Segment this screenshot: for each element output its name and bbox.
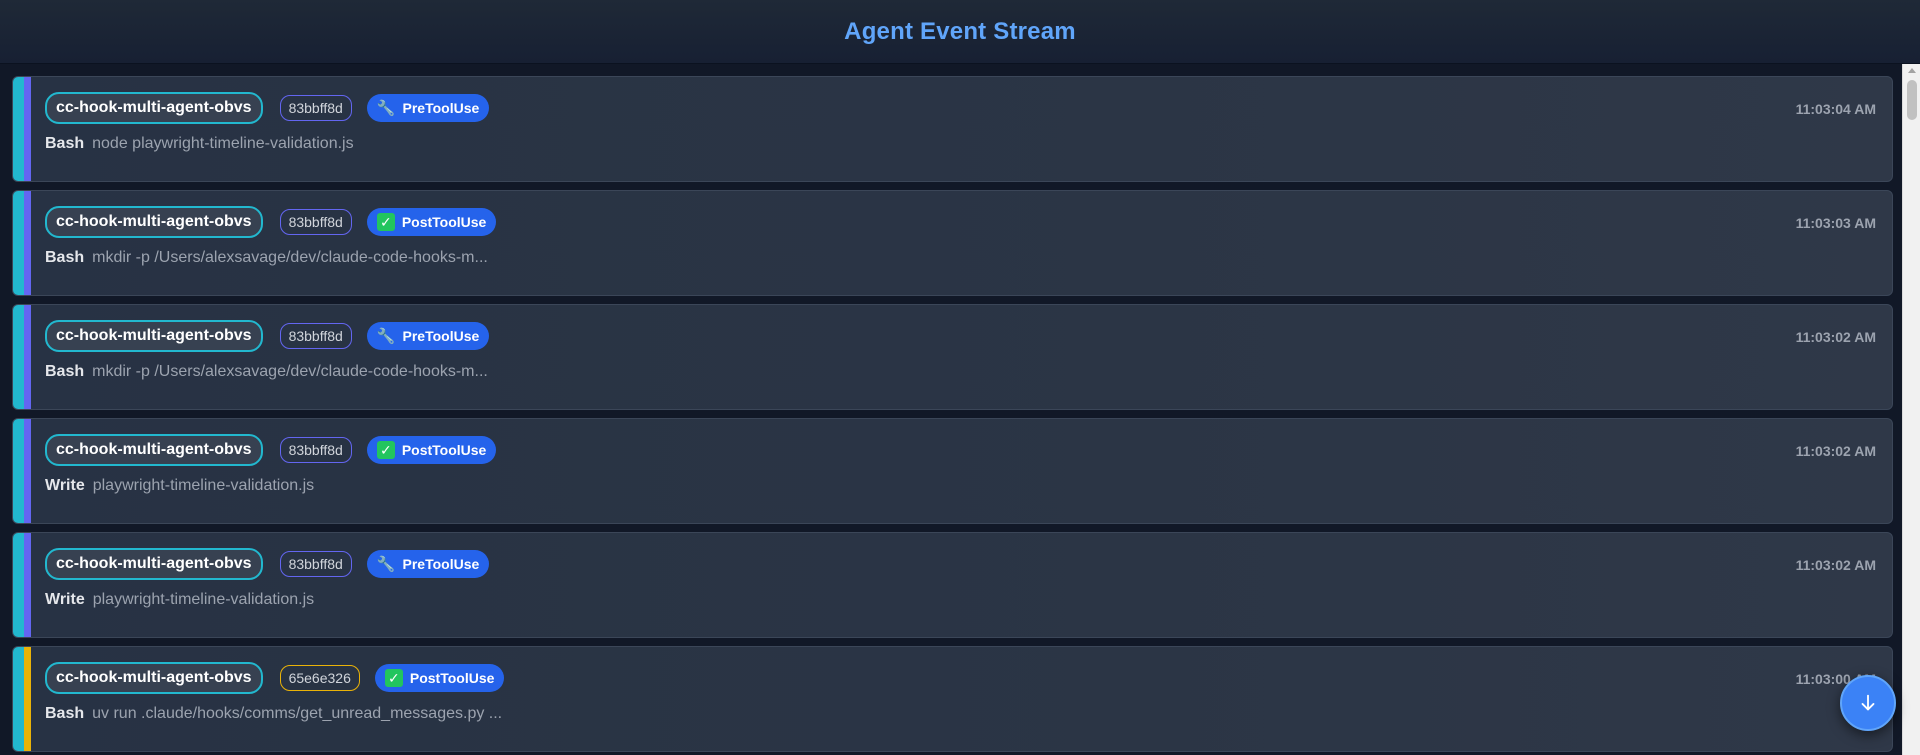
event-type-label: PostToolUse	[401, 214, 487, 230]
tool-name: Bash	[45, 363, 85, 380]
session-id-badge[interactable]: 83bbff8d	[279, 437, 352, 463]
event-card[interactable]: cc-hook-multi-agent-obvs 83bbff8d ✓ Post…	[12, 190, 1893, 296]
session-id-badge[interactable]: 83bbff8d	[279, 551, 352, 577]
tool-name: Bash	[45, 135, 85, 152]
wrench-icon: 🔧	[376, 99, 396, 117]
app-color-bar	[13, 419, 24, 523]
scroll-up-arrow-icon[interactable]	[1908, 68, 1916, 73]
event-card[interactable]: cc-hook-multi-agent-obvs 83bbff8d ✓ Post…	[12, 418, 1893, 524]
event-timestamp: 11:03:02 AM	[1795, 443, 1876, 459]
scrollbar-thumb[interactable]	[1907, 80, 1917, 120]
app-name-badge[interactable]: cc-hook-multi-agent-obvs	[45, 548, 263, 580]
session-color-bar	[24, 191, 31, 295]
event-list: cc-hook-multi-agent-obvs 83bbff8d 🔧 PreT…	[12, 76, 1893, 752]
event-type-badge: ✓ PostToolUse	[374, 664, 505, 692]
app-color-bar	[13, 533, 24, 637]
event-type-label: PreToolUse	[402, 100, 480, 116]
app-name-badge[interactable]: cc-hook-multi-agent-obvs	[45, 206, 263, 238]
check-mark-icon: ✓	[376, 213, 395, 231]
session-color-bar	[24, 647, 31, 751]
tool-detail: playwright-timeline-validation.js	[92, 477, 315, 494]
tool-name: Bash	[45, 705, 85, 722]
app-color-bar	[13, 647, 24, 751]
page-title: Agent Event Stream	[844, 17, 1076, 45]
app-name-badge[interactable]: cc-hook-multi-agent-obvs	[45, 434, 263, 466]
event-type-label: PreToolUse	[402, 328, 480, 344]
app-color-bar	[13, 305, 24, 409]
event-type-label: PreToolUse	[402, 556, 480, 572]
session-color-bar	[24, 419, 31, 523]
tool-detail: playwright-timeline-validation.js	[92, 591, 315, 608]
event-stream[interactable]: cc-hook-multi-agent-obvs 83bbff8d 🔧 PreT…	[0, 64, 1920, 755]
tool-name: Write	[45, 477, 85, 494]
event-card[interactable]: cc-hook-multi-agent-obvs 83bbff8d 🔧 PreT…	[12, 76, 1893, 182]
event-card[interactable]: cc-hook-multi-agent-obvs 83bbff8d 🔧 PreT…	[12, 304, 1893, 410]
session-id-badge[interactable]: 83bbff8d	[279, 209, 352, 235]
session-color-bar	[24, 305, 31, 409]
arrow-down-icon	[1861, 694, 1875, 711]
tool-detail: mkdir -p /Users/alexsavage/dev/claude-co…	[92, 363, 488, 380]
session-id-badge[interactable]: 83bbff8d	[279, 95, 352, 121]
tool-detail: uv run .claude/hooks/comms/get_unread_me…	[92, 705, 503, 722]
session-color-bar	[24, 77, 31, 181]
session-id-badge[interactable]: 83bbff8d	[279, 323, 352, 349]
event-timestamp: 11:03:02 AM	[1795, 329, 1876, 345]
event-type-badge: ✓ PostToolUse	[366, 208, 497, 236]
tool-name: Bash	[45, 249, 85, 266]
app-header: Agent Event Stream	[0, 0, 1920, 64]
event-card[interactable]: cc-hook-multi-agent-obvs 83bbff8d 🔧 PreT…	[12, 532, 1893, 638]
event-timestamp: 11:03:03 AM	[1795, 215, 1876, 231]
event-type-label: PostToolUse	[409, 670, 495, 686]
wrench-icon: 🔧	[376, 555, 396, 573]
session-id-badge[interactable]: 65e6e326	[279, 665, 360, 691]
event-card[interactable]: cc-hook-multi-agent-obvs 65e6e326 ✓ Post…	[12, 646, 1893, 752]
app-color-bar	[13, 191, 24, 295]
tool-detail: node playwright-timeline-validation.js	[92, 135, 354, 152]
scroll-to-bottom-button[interactable]	[1840, 675, 1896, 731]
app-name-badge[interactable]: cc-hook-multi-agent-obvs	[45, 662, 263, 694]
app-name-badge[interactable]: cc-hook-multi-agent-obvs	[45, 92, 263, 124]
event-type-badge: 🔧 PreToolUse	[366, 94, 490, 122]
event-type-badge: 🔧 PreToolUse	[366, 550, 490, 578]
wrench-icon: 🔧	[376, 327, 396, 345]
session-color-bar	[24, 533, 31, 637]
scrollbar[interactable]	[1902, 64, 1920, 755]
app-color-bar	[13, 77, 24, 181]
tool-detail: mkdir -p /Users/alexsavage/dev/claude-co…	[92, 249, 488, 266]
check-mark-icon: ✓	[376, 441, 395, 459]
event-timestamp: 11:03:04 AM	[1795, 101, 1876, 117]
event-type-badge: 🔧 PreToolUse	[366, 322, 490, 350]
event-timestamp: 11:03:02 AM	[1795, 557, 1876, 573]
event-type-badge: ✓ PostToolUse	[366, 436, 497, 464]
app-name-badge[interactable]: cc-hook-multi-agent-obvs	[45, 320, 263, 352]
event-type-label: PostToolUse	[401, 442, 487, 458]
tool-name: Write	[45, 591, 85, 608]
check-mark-icon: ✓	[384, 669, 403, 687]
